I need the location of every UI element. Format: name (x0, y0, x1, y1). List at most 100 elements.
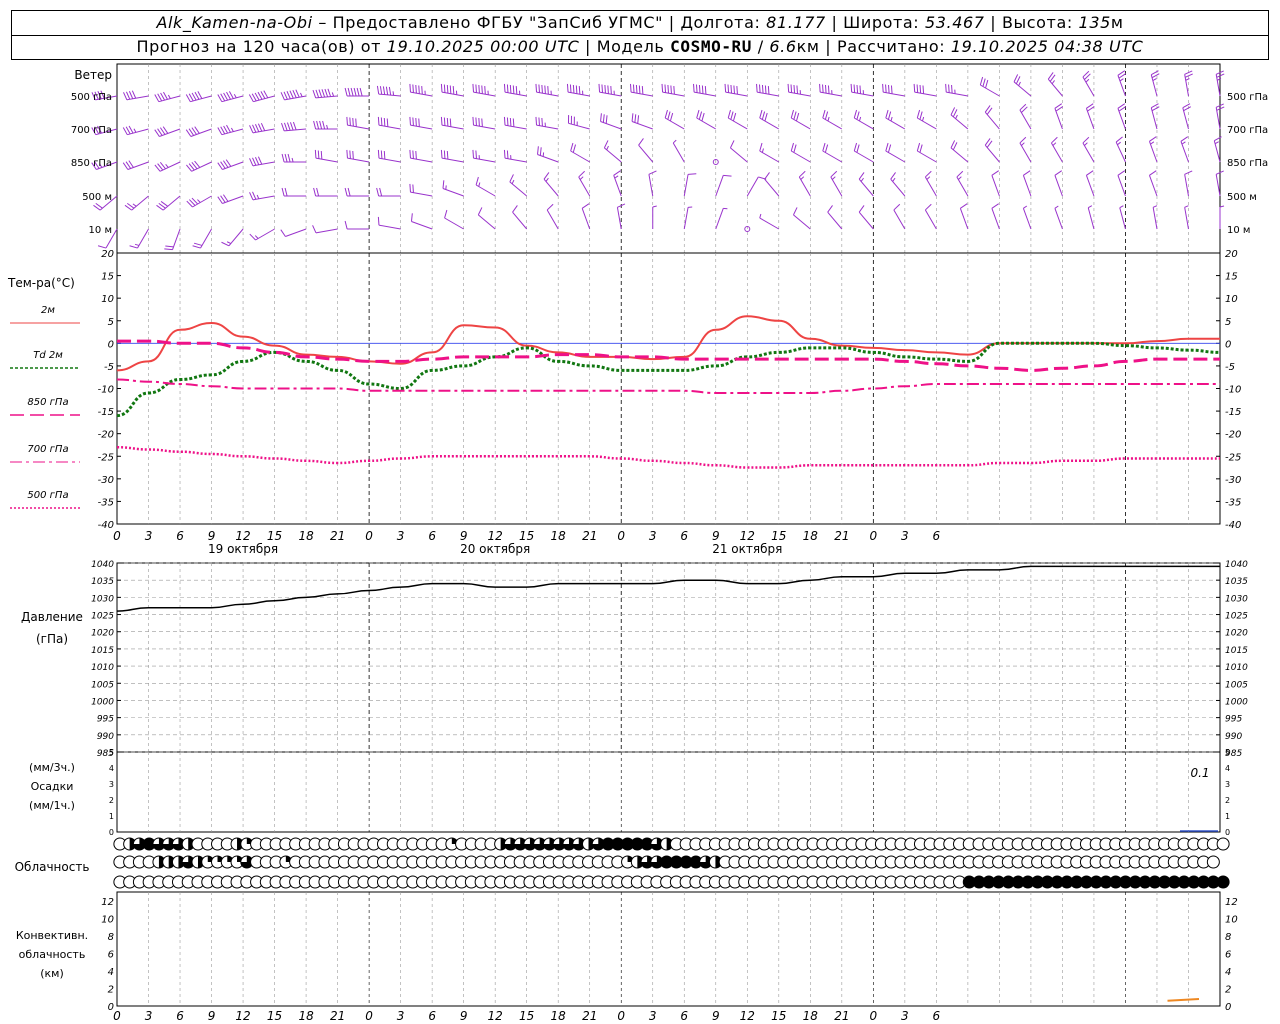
hour-tick-label: 6 (680, 529, 688, 543)
wind-barb-staff (137, 228, 149, 249)
wind-barb-staff (924, 176, 937, 197)
wind-barb-staff (200, 228, 212, 249)
convective-axis-label: 10 (101, 914, 114, 925)
wind-barb-feather (535, 83, 538, 93)
wind-barb-staff (725, 91, 748, 97)
wind-barb-staff (1019, 109, 1032, 130)
wind-barb-feather (913, 83, 916, 93)
wind-barb-staff (715, 208, 724, 230)
hour-tick-label: 0 (617, 529, 625, 543)
hour-tick-label: 12 (488, 1009, 503, 1023)
wind-barb-feather (698, 111, 703, 120)
wind-barb-staff (159, 161, 181, 172)
wind-barb-feather (1023, 170, 1031, 176)
wind-barb-half-feather (1152, 78, 1157, 81)
wind-level-label: 500 м (82, 192, 112, 203)
wind-barb-feather (418, 85, 420, 94)
wind-barb-staff (946, 91, 968, 97)
wind-barb-half-feather (1219, 205, 1225, 208)
wind-barb-half-feather (167, 94, 171, 99)
hour-tick-label: 3 (145, 1009, 153, 1023)
wind-barb-staff (1022, 175, 1032, 197)
wind-barb-feather (312, 89, 317, 99)
wind-barb-feather (566, 83, 569, 93)
convective-axis-label: 0 (1225, 1002, 1231, 1013)
wind-barb-staff (694, 91, 716, 97)
wind-barb-staff (854, 150, 874, 163)
hour-tick-label: 15 (267, 529, 282, 543)
wind-barb-feather (415, 84, 417, 94)
wind-barb-staff (858, 211, 874, 230)
wind-barb-staff (1182, 107, 1189, 130)
wind-barb-feather (287, 153, 291, 163)
wind-barb-staff (546, 209, 559, 230)
wind-barb-staff (441, 157, 464, 163)
wind-barb-feather (475, 84, 477, 93)
wind-barb-feather (610, 86, 612, 95)
wind-barb-staff (616, 207, 622, 230)
wind-barb-staff (672, 142, 685, 163)
wind-barb-staff (757, 91, 779, 97)
wind-barb-feather (885, 84, 887, 93)
hour-tick-label: 0 (365, 529, 373, 543)
cloud-panel-label: Облачность (15, 860, 90, 874)
pressure-axis-label: 1000 (1225, 697, 1248, 707)
wind-barb-feather (701, 85, 704, 94)
wind-level-label: 850 гПа (71, 158, 112, 169)
wind-barb-feather (164, 248, 173, 251)
wind-barb-feather (415, 117, 417, 127)
wind-barb-half-feather (300, 92, 303, 97)
wind-barb-feather (478, 117, 480, 127)
wind-barb-feather (446, 150, 449, 160)
wind-barb-staff (1022, 208, 1032, 230)
wind-barb-feather (727, 84, 730, 93)
hour-tick-label: 6 (176, 529, 184, 543)
wind-barb-staff (410, 191, 433, 197)
wind-barb-feather (123, 92, 128, 101)
wind-barb-feather (578, 170, 585, 178)
wind-barb-feather (249, 158, 254, 167)
wind-barb-feather (602, 114, 605, 123)
pressure-axis-label: 1015 (1225, 646, 1248, 656)
wind-barb-feather (790, 142, 795, 152)
temperature-axis-label: -5 (104, 362, 114, 373)
day-label: 21 октября (712, 542, 782, 556)
wind-barb-staff (285, 228, 307, 237)
wind-barb-staff (631, 121, 653, 130)
wind-barb-staff (536, 124, 559, 130)
wind-barb-feather (1015, 76, 1021, 85)
hour-tick-label: 6 (933, 1009, 941, 1023)
wind-barb-half-feather (291, 157, 294, 163)
wind-barb-feather (696, 109, 700, 119)
wind-barb-feather (412, 150, 414, 159)
wind-barb-feather (925, 170, 932, 178)
temperature-panel-label: Тем-ра(°C) (7, 276, 75, 290)
wind-barb-feather (440, 83, 443, 93)
wind-barb-half-feather (955, 114, 958, 119)
wind-barb-staff (980, 84, 1000, 97)
wind-barb-half-feather (1051, 80, 1055, 85)
hour-tick-label: 21 (834, 529, 849, 543)
wind-barb-half-feather (134, 243, 140, 246)
wind-barb-feather (415, 150, 417, 160)
wind-barb-staff (604, 147, 622, 163)
wind-barb-staff (914, 91, 937, 97)
precip-axis-label: 4 (109, 764, 114, 773)
wind-barb-half-feather (652, 205, 657, 208)
wind-barb-feather (327, 88, 332, 97)
convective-axis-label: 0 (108, 1002, 114, 1013)
wind-barb-feather (822, 109, 826, 119)
wind-barb-half-feather (1052, 142, 1057, 146)
wind-barb-feather (858, 205, 865, 213)
wind-barb-staff (378, 93, 401, 97)
temperature-axis-label: 0 (1225, 339, 1231, 350)
hour-tick-label: 9 (712, 1009, 720, 1023)
wind-barb-feather (664, 84, 667, 93)
wind-barb-feather (631, 113, 634, 122)
wind-barb-staff (568, 122, 590, 130)
wind-barb-feather (919, 144, 923, 153)
wind-barb-staff (504, 124, 527, 130)
wind-barb-feather (1149, 136, 1157, 142)
wind-barb-feather (344, 220, 348, 230)
wind-barb-feather (515, 86, 518, 95)
